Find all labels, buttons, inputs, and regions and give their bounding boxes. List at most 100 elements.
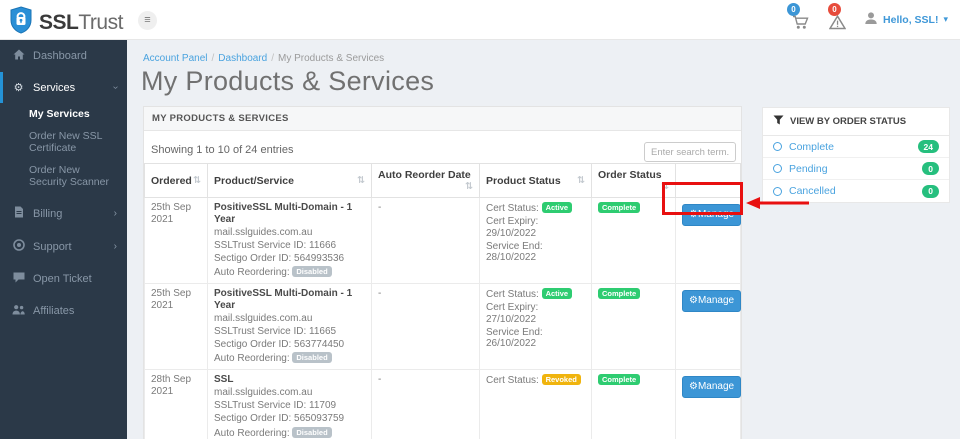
order-status-cell: Complete xyxy=(591,196,676,285)
sectigo-order-id: Sectigo Order ID: 565093759 xyxy=(214,413,345,425)
order-status-badge: Complete xyxy=(598,374,641,386)
breadcrumb-dashboard[interactable]: Dashboard xyxy=(218,53,267,64)
sidebar-item-affiliates[interactable]: Affiliates xyxy=(0,295,127,327)
actions-cell: ⚙Manage xyxy=(675,196,741,285)
filter-item-pending[interactable]: Pending 0 xyxy=(763,158,949,180)
warning-icon xyxy=(829,15,847,30)
column-header-product-status[interactable]: Product Status ⇅ xyxy=(479,163,592,198)
table-header-row: Ordered ⇅ Product/Service ⇅ Auto Reorder D… xyxy=(144,163,741,198)
manage-button[interactable]: ⚙Manage xyxy=(682,204,741,226)
gear-icon: ⚙ xyxy=(13,81,24,94)
ordered-cell: 28th Sep 2021 xyxy=(144,369,208,439)
sidebar-item-support[interactable]: Support › xyxy=(0,230,127,263)
cert-status: Cert Status: Active xyxy=(486,202,585,215)
gear-icon: ⚙ xyxy=(689,295,698,307)
gear-icon: ⚙ xyxy=(689,381,698,393)
sectigo-order-id: Sectigo Order ID: 564993536 xyxy=(214,252,345,264)
chevron-down-icon: › xyxy=(109,85,121,90)
showing-entries-text: Showing 1 to 10 of 24 entries xyxy=(151,144,294,156)
cert-status-badge: Revoked xyxy=(541,374,581,386)
gear-icon: ⚙ xyxy=(689,209,698,220)
auto-reorder-date-cell: - xyxy=(371,369,480,439)
breadcrumb: Account Panel / Dashboard / My Products & Se… xyxy=(143,53,385,64)
sidebar-item-dashboard[interactable]: Dashboard xyxy=(0,40,127,72)
home-icon xyxy=(12,49,25,63)
cart-button[interactable]: 0 xyxy=(787,0,810,40)
invoice-icon xyxy=(12,206,25,221)
manage-button[interactable]: ⚙Manage xyxy=(682,376,741,398)
sidebar-item-billing[interactable]: Billing › xyxy=(0,197,127,230)
manage-button[interactable]: ⚙Manage xyxy=(682,290,741,312)
count-badge: 0 xyxy=(922,184,939,198)
ordered-cell: 25th Sep 2021 xyxy=(144,283,208,371)
sidebar-item-order-new-ssl-certificate[interactable]: Order New SSL Certificate xyxy=(0,125,127,159)
sort-icon[interactable]: ⇅ xyxy=(193,175,201,186)
product-domain: mail.sslguides.com.au xyxy=(214,387,313,399)
order-status-filter-panel: VIEW BY ORDER STATUS Complete 24 Pending… xyxy=(762,107,950,203)
cert-status: Cert Status: Revoked xyxy=(486,374,585,387)
order-status-filter-header: VIEW BY ORDER STATUS xyxy=(763,108,949,136)
sidebar-item-my-services[interactable]: My Services xyxy=(0,103,127,125)
sidebar-item-order-new-security-scanner[interactable]: Order New Security Scanner xyxy=(0,159,127,193)
service-id: SSLTrust Service ID: 11665 xyxy=(214,325,337,337)
service-id: SSLTrust Service ID: 11709 xyxy=(214,400,337,412)
count-badge: 24 xyxy=(917,140,939,153)
filter-item-complete[interactable]: Complete 24 xyxy=(763,136,949,158)
sort-icon[interactable]: ⇅ xyxy=(661,181,669,192)
breadcrumb-account-panel[interactable]: Account Panel xyxy=(143,53,208,64)
auto-reordering-badge: Disabled xyxy=(292,426,332,438)
cert-status-badge: Active xyxy=(541,288,573,300)
product-name: PositiveSSL Multi-Domain - 1 Year xyxy=(214,202,353,225)
products-table: Ordered ⇅ Product/Service ⇅ Auto Reorder D… xyxy=(144,163,741,439)
order-status-cell: Complete xyxy=(591,283,676,371)
column-header-order-status[interactable]: Order Status ⇅ xyxy=(591,163,676,198)
user-greeting: Hello, SSL! xyxy=(883,14,939,26)
breadcrumb-current: My Products & Services xyxy=(277,53,385,64)
comment-icon xyxy=(12,272,25,286)
product-cell: PositiveSSL Multi-Domain - 1 Year mail.s… xyxy=(207,196,372,285)
alerts-button[interactable]: 0 xyxy=(827,0,847,40)
chevron-right-icon: › xyxy=(113,241,117,252)
sort-icon[interactable]: ⇅ xyxy=(577,175,585,186)
sort-icon[interactable]: ⇅ xyxy=(465,181,473,192)
search-input[interactable] xyxy=(644,142,736,162)
cert-expiry: Cert Expiry: 29/10/2022 xyxy=(486,216,539,239)
topbar-actions: 0 0 Hello, SSL! ▾ xyxy=(787,0,948,40)
service-end: Service End: 28/10/2022 xyxy=(486,240,543,264)
table-controls: Showing 1 to 10 of 24 entries xyxy=(144,131,741,163)
order-status-cell: Complete xyxy=(591,369,676,439)
products-services-panel: MY PRODUCTS & SERVICES Showing 1 to 10 o… xyxy=(143,106,742,439)
brand-name: SSLTrust xyxy=(39,10,123,34)
sidebar-item-open-ticket[interactable]: Open Ticket xyxy=(0,263,127,295)
product-cell: PositiveSSL Multi-Domain - 1 Year mail.s… xyxy=(207,283,372,371)
auto-reorder-date-cell: - xyxy=(371,283,480,371)
product-domain: mail.sslguides.com.au xyxy=(214,226,313,238)
cert-status: Cert Status: Active xyxy=(486,288,585,301)
shield-lock-icon xyxy=(9,6,33,39)
column-header-ordered[interactable]: Ordered ⇅ xyxy=(144,163,208,198)
hamburger-menu-icon[interactable]: ≡ xyxy=(138,11,157,30)
circle-icon xyxy=(773,142,782,151)
life-ring-icon xyxy=(12,239,25,254)
service-id: SSLTrust Service ID: 11666 xyxy=(214,239,337,251)
product-name: PositiveSSL Multi-Domain - 1 Year xyxy=(214,288,353,311)
circle-icon xyxy=(773,186,782,196)
sidebar-item-services[interactable]: ⚙ Services › xyxy=(0,72,127,103)
sort-icon[interactable]: ⇅ xyxy=(357,175,365,186)
product-status-cell: Cert Status: Active Cert Expiry: 27/10/2… xyxy=(479,283,592,371)
table-row: 25th Sep 2021 PositiveSSL Multi-Domain -… xyxy=(144,196,741,285)
auto-reordering: Auto Reordering: Disabled xyxy=(214,426,365,439)
actions-cell: ⚙Manage xyxy=(675,369,741,439)
column-header-auto-reorder-date[interactable]: Auto Reorder Date ⇅ xyxy=(371,163,480,198)
filter-item-cancelled[interactable]: Cancelled 0 xyxy=(763,180,949,202)
user-menu[interactable]: Hello, SSL! ▾ xyxy=(864,11,948,30)
sidebar: Dashboard ⚙ Services › My Services Order… xyxy=(0,40,127,439)
product-domain: mail.sslguides.com.au xyxy=(214,312,313,324)
auto-reordering: Auto Reordering: Disabled xyxy=(214,352,365,365)
sectigo-order-id: Sectigo Order ID: 563774450 xyxy=(214,338,345,350)
order-status-badge: Complete xyxy=(598,202,641,213)
column-header-product-service[interactable]: Product/Service ⇅ xyxy=(207,163,372,198)
auto-reorder-date-cell: - xyxy=(371,196,480,285)
service-end: Service End: 26/10/2022 xyxy=(486,326,543,350)
brand-logo[interactable]: SSLTrust xyxy=(9,6,123,39)
